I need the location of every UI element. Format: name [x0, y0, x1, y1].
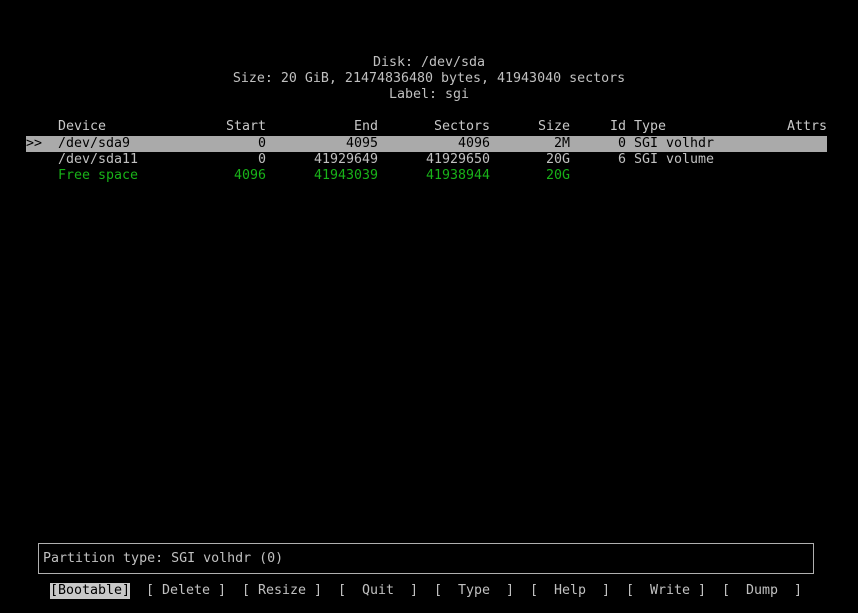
column-start: Start [225, 119, 266, 134]
row-sectors: 41938944 [425, 168, 490, 183]
row-size: 20G [545, 168, 570, 183]
column-device: Device [58, 119, 107, 134]
row-device: /dev/sda11 [58, 152, 139, 167]
column-size: Size [537, 119, 570, 134]
disk-label-info: Label: sgi [388, 87, 470, 102]
row-start: 4096 [233, 168, 266, 183]
free-space-row[interactable]: Free space 4096 41943039 41938944 20G [26, 168, 827, 184]
row-device: /dev/sda9 [58, 136, 131, 151]
row-type: SGI volhdr [634, 136, 715, 151]
row-id: 6 [617, 152, 626, 167]
row-device: Free space [58, 168, 139, 183]
column-type: Type [634, 119, 667, 134]
quit-button[interactable]: [ Quit ] [338, 583, 418, 599]
column-id: Id [609, 119, 626, 134]
column-end: End [353, 119, 378, 134]
disk-size-info: Size: 20 GiB, 21474836480 bytes, 4194304… [232, 71, 626, 86]
row-attrs [726, 152, 827, 168]
row-end: 41943039 [313, 168, 378, 183]
row-end: 41929649 [313, 152, 378, 167]
row-size: 20G [545, 152, 570, 167]
resize-button[interactable]: [ Resize ] [242, 583, 322, 599]
row-sectors: 4096 [457, 136, 490, 151]
table-header: Device Start End Sectors Size Id Type At… [26, 119, 827, 135]
column-attrs: Attrs [786, 119, 827, 134]
row-attrs [726, 136, 827, 152]
partition-row-sda9[interactable]: >> /dev/sda9 0 4095 4096 2M 0 SGI volhdr [26, 136, 827, 152]
dump-button[interactable]: [ Dump ] [722, 583, 802, 599]
row-id: 0 [617, 136, 626, 151]
row-type: SGI volume [634, 152, 715, 167]
partition-row-sda11[interactable]: /dev/sda11 0 41929649 41929650 20G 6 SGI… [26, 152, 827, 168]
row-end: 4095 [345, 136, 378, 151]
row-sectors: 41929650 [425, 152, 490, 167]
partition-info-box: Partition type: SGI volhdr (0) [38, 543, 814, 574]
help-button[interactable]: [ Help ] [530, 583, 610, 599]
selection-cursor: >> [26, 136, 43, 151]
partition-type-info: Partition type: SGI volhdr (0) [43, 551, 284, 566]
row-size: 2M [553, 136, 570, 151]
disk-title: Disk: /dev/sda [372, 55, 486, 70]
type-button[interactable]: [ Type ] [434, 583, 514, 599]
column-sectors: Sectors [433, 119, 490, 134]
bootable-button[interactable]: [Bootable] [50, 583, 131, 599]
row-start: 0 [257, 136, 266, 151]
write-button[interactable]: [ Write ] [626, 583, 706, 599]
delete-button[interactable]: [ Delete ] [146, 583, 226, 599]
row-start: 0 [257, 152, 266, 167]
